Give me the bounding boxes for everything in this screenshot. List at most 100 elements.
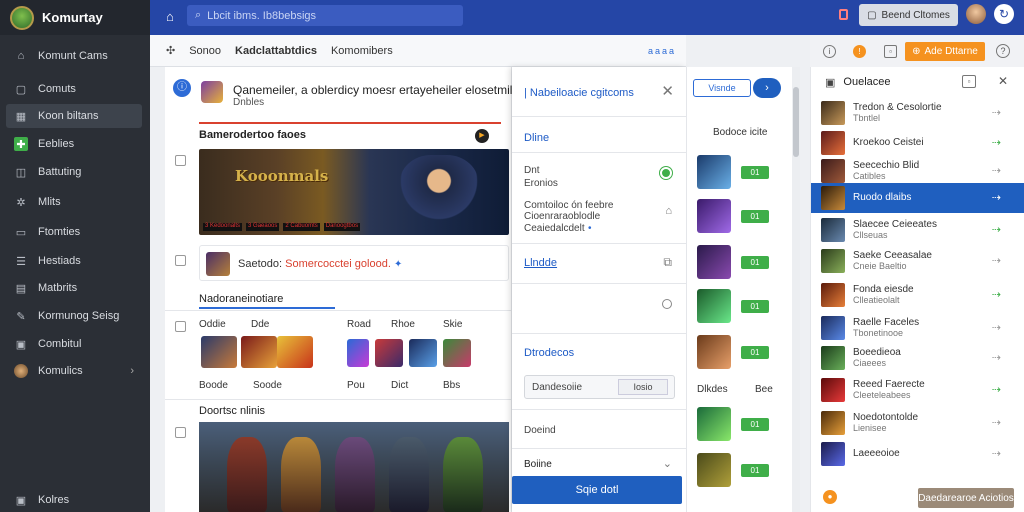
- sidebar-item-kolres[interactable]: ▣ Kolres: [6, 488, 142, 512]
- tools-icon[interactable]: ✣: [166, 44, 175, 57]
- list-item[interactable]: Fonda eiesde Clleatieolalt ⇢: [811, 280, 1024, 310]
- panel-primary-button[interactable]: Sqie dotl: [512, 476, 682, 504]
- list-item[interactable]: Noedotontolde Lienisee ⇢: [811, 408, 1024, 438]
- close-icon[interactable]: ✕: [661, 82, 674, 100]
- list-item[interactable]: 01: [697, 335, 781, 369]
- list-item[interactable]: Seecechio Blid Catibles ⇢: [811, 156, 1024, 186]
- notification-icon[interactable]: [839, 9, 848, 20]
- list-item[interactable]: 01: [697, 289, 781, 323]
- list-item[interactable]: Kroekoo Ceistei ⇢: [811, 128, 1024, 158]
- list-item[interactable]: 01: [697, 453, 781, 487]
- post-title[interactable]: Qanemeiler, a oblerdicy moesr ertayeheil…: [233, 83, 513, 97]
- game-tile[interactable]: [409, 339, 437, 367]
- post-thumbnail[interactable]: [201, 81, 223, 103]
- list-item[interactable]: Slaecee Ceieeates Cllseuas ⇢: [811, 215, 1024, 245]
- sidebar-item-ftomties[interactable]: ▭ Ftomties: [6, 220, 142, 244]
- scrollbar-thumb[interactable]: [793, 87, 799, 157]
- close-icon[interactable]: ✕: [998, 74, 1008, 88]
- row-checkbox[interactable]: [175, 155, 186, 166]
- info-icon[interactable]: •: [588, 223, 592, 234]
- next-arrow-icon[interactable]: ›: [753, 78, 781, 98]
- brand[interactable]: Komurtay: [0, 0, 150, 35]
- panel-row-title[interactable]: Boiine: [524, 459, 552, 470]
- alert-icon[interactable]: !: [853, 45, 866, 58]
- list-item-selected[interactable]: Ruodo dlaibs ⇢: [811, 183, 1024, 213]
- arrow-icon[interactable]: ⇢: [992, 254, 1001, 267]
- sidebar-item-koon-biltans[interactable]: ▦ Koon biltans: [6, 104, 142, 128]
- arrow-icon[interactable]: ⇢: [992, 106, 1001, 119]
- inline-card[interactable]: Saetodo: Somercocctei golood. ✦: [199, 245, 509, 281]
- game-tile[interactable]: [375, 339, 403, 367]
- row-checkbox[interactable]: [175, 255, 186, 266]
- sidebar-item-mlits[interactable]: ✲ Mlits: [6, 190, 142, 214]
- external-link-icon[interactable]: ⧉: [663, 255, 672, 270]
- sidebar-item-battuting[interactable]: ◫ Battuting: [6, 160, 142, 184]
- sidebar-item-comuts[interactable]: ▢ Comuts: [6, 77, 142, 101]
- arrow-icon[interactable]: ⇢: [992, 223, 1001, 236]
- panel-input[interactable]: Dandesoiie Iosio: [524, 375, 675, 399]
- pin-icon[interactable]: ✦: [394, 259, 402, 270]
- panel-input-button[interactable]: Iosio: [618, 379, 668, 395]
- arrow-icon[interactable]: ⇢: [992, 288, 1001, 301]
- list-item[interactable]: Laeeeoioe ⇢: [811, 439, 1024, 469]
- list-item[interactable]: Raelle Faceles Tbonetinooe ⇢: [811, 313, 1024, 343]
- arrow-icon[interactable]: ⇢: [992, 383, 1001, 396]
- avatar[interactable]: [966, 4, 986, 24]
- list-item[interactable]: 01: [697, 199, 781, 233]
- list-item[interactable]: Tredon & Cesolortie Tbntlel ⇢: [811, 98, 1024, 128]
- info-icon[interactable]: i: [823, 45, 836, 58]
- sidebar-item-komunt-cams[interactable]: ⌂ Komunt Cams: [6, 44, 142, 68]
- arrow-icon[interactable]: ⇢: [992, 136, 1001, 149]
- game-banner[interactable]: Kooonmals 3 Kedoonalts 3 Gaeaoos 2 Cabuo…: [199, 149, 509, 235]
- list-item[interactable]: 01: [697, 245, 781, 279]
- game-tile[interactable]: [201, 336, 237, 368]
- add-button[interactable]: ⊕ Ade Dttarne: [905, 42, 985, 61]
- search-box[interactable]: ⌕: [187, 5, 463, 26]
- play-icon[interactable]: ▶: [475, 129, 489, 143]
- bottom-action-button[interactable]: Daedarearoe Aciotios: [918, 488, 1014, 508]
- sidebar-item-matbrits[interactable]: ▤ Matbrits: [6, 276, 142, 300]
- status-toggle[interactable]: [660, 167, 672, 179]
- sidebar-item-kormunog-seisg[interactable]: ✎ Kormunog Seisg: [6, 304, 142, 328]
- game-artwork[interactable]: [199, 422, 509, 512]
- image-icon[interactable]: ▫: [962, 75, 976, 88]
- top-action-button[interactable]: ▢ Beend Cltomes: [859, 4, 958, 26]
- sidebar-item-combitul[interactable]: ▣ Combitul: [6, 332, 142, 356]
- search-input[interactable]: [207, 9, 448, 22]
- help-icon[interactable]: ?: [996, 44, 1010, 58]
- arrow-icon[interactable]: ⇢: [992, 321, 1001, 334]
- list-item[interactable]: Reeed Faerecte Cleeteleabees ⇢: [811, 375, 1024, 405]
- tab-sonoo[interactable]: Sonoo: [189, 45, 221, 57]
- scrollbar[interactable]: [792, 67, 800, 512]
- status-dot-icon[interactable]: ●: [823, 490, 837, 504]
- arrow-icon[interactable]: ⇢: [992, 416, 1001, 429]
- view-button[interactable]: Visnde: [693, 79, 751, 97]
- game-tile[interactable]: [241, 336, 277, 368]
- refresh-icon[interactable]: ↻: [994, 4, 1014, 24]
- list-item[interactable]: Saeke Ceeasalae Cneie Baeltio ⇢: [811, 246, 1024, 276]
- game-tile[interactable]: [277, 336, 313, 368]
- radio-button[interactable]: [662, 299, 672, 309]
- sidebar-item-komulics[interactable]: Komulics ›: [6, 359, 142, 383]
- panel-link[interactable]: Llndde: [524, 257, 557, 269]
- card-link[interactable]: Somercocctei golood.: [285, 258, 391, 270]
- game-tile[interactable]: [443, 339, 471, 367]
- arrow-icon[interactable]: ⇢: [992, 447, 1001, 460]
- arrow-icon[interactable]: ⇢: [992, 191, 1001, 204]
- list-item[interactable]: 01: [697, 407, 781, 441]
- panel-row-title[interactable]: Doeind: [524, 425, 556, 436]
- row-checkbox[interactable]: [175, 427, 186, 438]
- list-item[interactable]: Boeedieoa Ciaeees ⇢: [811, 343, 1024, 373]
- game-tile[interactable]: [347, 339, 369, 367]
- toolbar-more[interactable]: aaaa: [648, 46, 676, 56]
- lock-icon[interactable]: ⌂: [665, 205, 672, 217]
- row-checkbox[interactable]: [175, 321, 186, 332]
- tab-komomibers[interactable]: Komomibers: [331, 45, 393, 57]
- list-item[interactable]: 01: [697, 155, 781, 189]
- arrow-icon[interactable]: ⇢: [992, 351, 1001, 364]
- home-icon[interactable]: ⌂: [166, 9, 174, 24]
- sidebar-item-eeblies[interactable]: ✚ Eeblies: [6, 132, 142, 156]
- sidebar-item-hestiads[interactable]: ☰ Hestiads: [6, 249, 142, 273]
- chevron-down-icon[interactable]: ⌄: [663, 457, 672, 470]
- tab-kadclattabtdics[interactable]: Kadclattabtdics: [235, 45, 317, 57]
